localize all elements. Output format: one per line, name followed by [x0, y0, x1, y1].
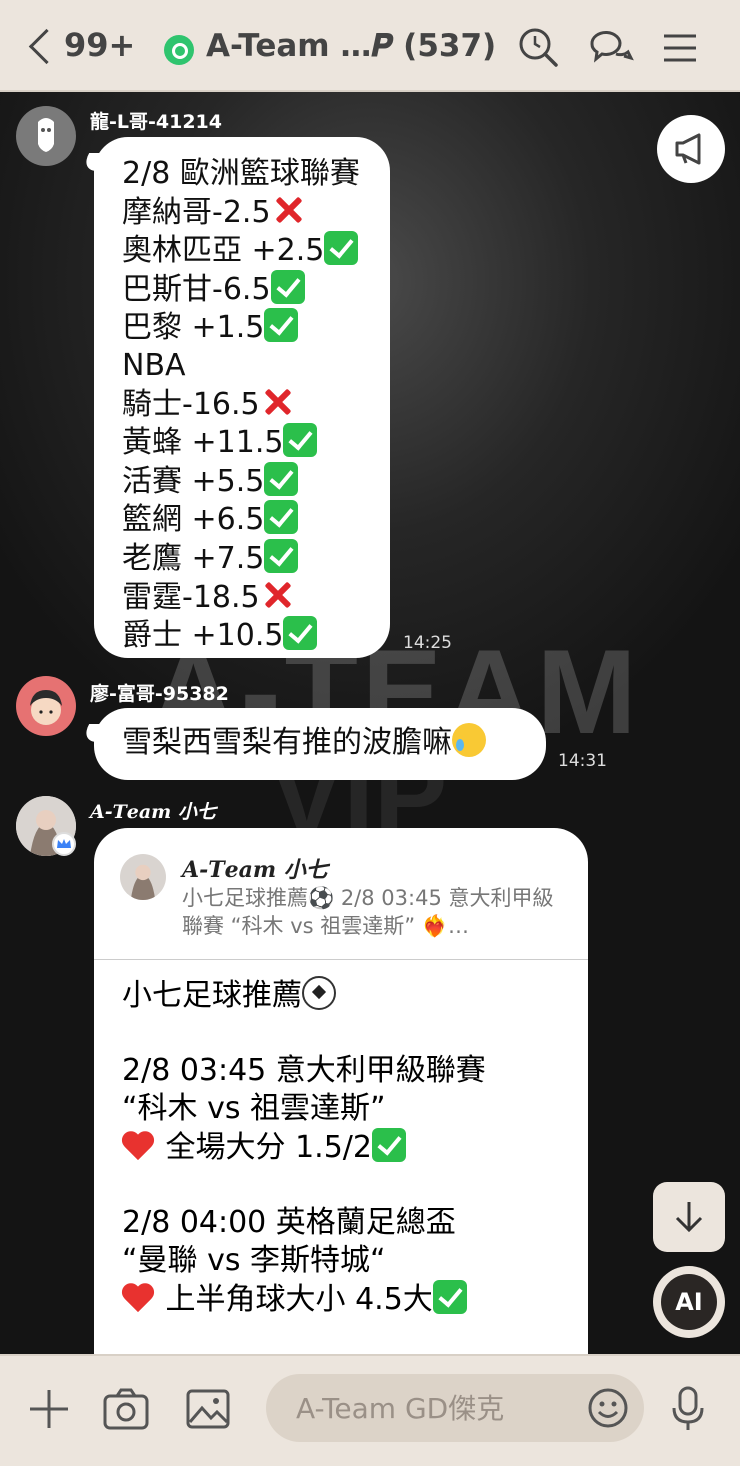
check-mark-icon — [264, 461, 299, 496]
quoted-snippet: 小七足球推薦⚽ 2/8 03:45 意大利甲級聯賽 “科木 vs 祖雲達斯” ❤… — [182, 886, 554, 938]
line-text: 奧林匹亞 +2.5 — [122, 233, 325, 269]
message-line: 巴黎 +1.5 — [122, 308, 390, 347]
sender-name: 龍-L哥-41214 — [90, 111, 222, 133]
message-line: 2/8 03:45 意大利甲級聯賽 — [122, 1053, 486, 1088]
message-input[interactable] — [296, 1384, 586, 1432]
camera-icon[interactable] — [102, 1386, 150, 1432]
message-line: 2/8 歐洲籃球聯賽 — [122, 155, 390, 193]
heart-on-fire-icon — [122, 1128, 156, 1162]
message-line: 上半角球大小 4.5大 — [165, 1282, 433, 1317]
line-text: 籃網 +6.5 — [122, 502, 265, 538]
message-time: 14:31 — [558, 751, 607, 771]
line-text: NBA — [122, 347, 186, 383]
group-icon — [164, 35, 194, 65]
message-body: 小七足球推薦 2/8 03:45 意大利甲級聯賽 “科木 vs 祖雲達斯” 全場… — [122, 976, 486, 1318]
soccer-ball-icon — [302, 976, 336, 1010]
crying-face-icon — [452, 723, 486, 757]
microphone-icon[interactable] — [668, 1384, 708, 1434]
message-input-container[interactable] — [266, 1374, 644, 1442]
line-text: 巴黎 +1.5 — [122, 310, 265, 346]
message-line: 小七足球推薦 — [122, 978, 302, 1013]
line-text: 巴斯甘-6.5 — [122, 271, 271, 307]
line-text: 老鷹 +7.5 — [122, 540, 265, 576]
ai-label: AI — [661, 1274, 717, 1330]
check-mark-icon — [283, 423, 318, 458]
check-mark-icon — [264, 538, 299, 573]
chat-threads-icon[interactable] — [586, 24, 634, 72]
message-line: 活賽 +5.5 — [122, 461, 390, 501]
check-mark-icon — [283, 616, 318, 651]
line-text: 活賽 +5.5 — [122, 463, 265, 499]
line-text: 黃蜂 +11.5 — [122, 425, 284, 461]
message-line: 黃蜂 +11.5 — [122, 423, 390, 462]
cross-mark-icon — [271, 193, 305, 227]
message-line: 巴斯甘-6.5 — [122, 269, 390, 309]
announcement-button[interactable] — [657, 115, 725, 183]
message-line: 籃網 +6.5 — [122, 500, 390, 539]
cross-mark-icon — [260, 385, 294, 419]
message-line: 爵士 +10.5 — [122, 616, 390, 655]
megaphone-icon — [675, 133, 701, 165]
scroll-to-bottom-button[interactable] — [653, 1182, 725, 1252]
message-line: 2/8 04:00 英格蘭足總盃 — [122, 1205, 456, 1240]
line-text: 騎士-16.5 — [122, 386, 260, 422]
admin-crown-icon — [52, 832, 76, 856]
message-line: 騎士-16.5 — [122, 385, 390, 424]
check-mark-icon — [432, 1280, 467, 1314]
check-mark-icon — [372, 1128, 406, 1162]
check-mark-icon — [264, 308, 299, 343]
sender-name: 𝑨-𝑻𝒆𝒂𝒎 小七 — [90, 801, 216, 823]
quoted-avatar — [120, 854, 166, 900]
quoted-message[interactable]: 𝑨-𝑻𝒆𝒂𝒎 小七 小七足球推薦⚽ 2/8 03:45 意大利甲級聯賽 “科木 … — [94, 828, 588, 960]
image-icon[interactable] — [184, 1386, 232, 1432]
avatar[interactable] — [16, 676, 76, 736]
arrow-down-icon — [675, 1202, 703, 1233]
line-text: 2/8 歐洲籃球聯賽 — [122, 156, 360, 191]
ghost-avatar-icon — [38, 118, 54, 152]
person-avatar-icon — [30, 690, 62, 725]
message-line: 雷霆-18.5 — [122, 578, 390, 617]
line-text: 摩納哥-2.5 — [122, 194, 271, 230]
message-line: 老鷹 +7.5 — [122, 538, 390, 578]
message-bubble[interactable]: 2/8 歐洲籃球聯賽 摩納哥-2.5 奧林匹亞 +2.5 巴斯甘-6.5 巴黎 … — [94, 137, 390, 658]
back-chevron-icon[interactable] — [26, 26, 58, 70]
message-line: 摩納哥-2.5 — [122, 193, 390, 232]
search-icon[interactable] — [514, 24, 562, 72]
sender-name: 廖-富哥-95382 — [90, 683, 229, 705]
message-line: NBA — [122, 347, 390, 385]
message-text: 雪梨西雪梨有推的波膽嘛 — [122, 725, 452, 760]
cross-mark-icon — [260, 578, 294, 612]
chat-title[interactable]: A-Team …𝑷 (537) — [206, 28, 496, 65]
check-mark-icon — [324, 231, 359, 266]
check-mark-icon — [264, 500, 299, 535]
heart-on-fire-icon — [122, 1280, 156, 1314]
unread-count[interactable]: 99+ — [64, 26, 135, 64]
message-line: 全場大分 1.5/2 — [165, 1130, 372, 1165]
menu-icon[interactable] — [656, 24, 704, 72]
message-time: 14:25 — [403, 633, 452, 653]
message-line: 奧林匹亞 +2.5 — [122, 231, 390, 270]
message-bubble[interactable]: 雪梨西雪梨有推的波膽嘛 — [94, 708, 546, 780]
quoted-author: 𝑨-𝑻𝒆𝒂𝒎 小七 — [182, 857, 328, 883]
chat-header: 99+ A-Team …𝑷 (537) — [0, 0, 740, 92]
message-line: “科木 vs 祖雲達斯” — [122, 1091, 386, 1126]
avatar[interactable] — [16, 106, 76, 166]
line-text: 雷霆-18.5 — [122, 579, 260, 615]
emoji-icon[interactable] — [586, 1386, 630, 1430]
plus-icon[interactable] — [26, 1386, 72, 1432]
reply-message-bubble[interactable]: 𝑨-𝑻𝒆𝒂𝒎 小七 小七足球推薦⚽ 2/8 03:45 意大利甲級聯賽 “科木 … — [94, 828, 588, 1388]
composer-bar — [0, 1354, 740, 1466]
line-text: 爵士 +10.5 — [122, 618, 284, 654]
message-line: “曼聯 vs 李斯特城“ — [122, 1243, 386, 1278]
ai-button[interactable]: AI — [653, 1266, 725, 1338]
check-mark-icon — [270, 269, 305, 304]
